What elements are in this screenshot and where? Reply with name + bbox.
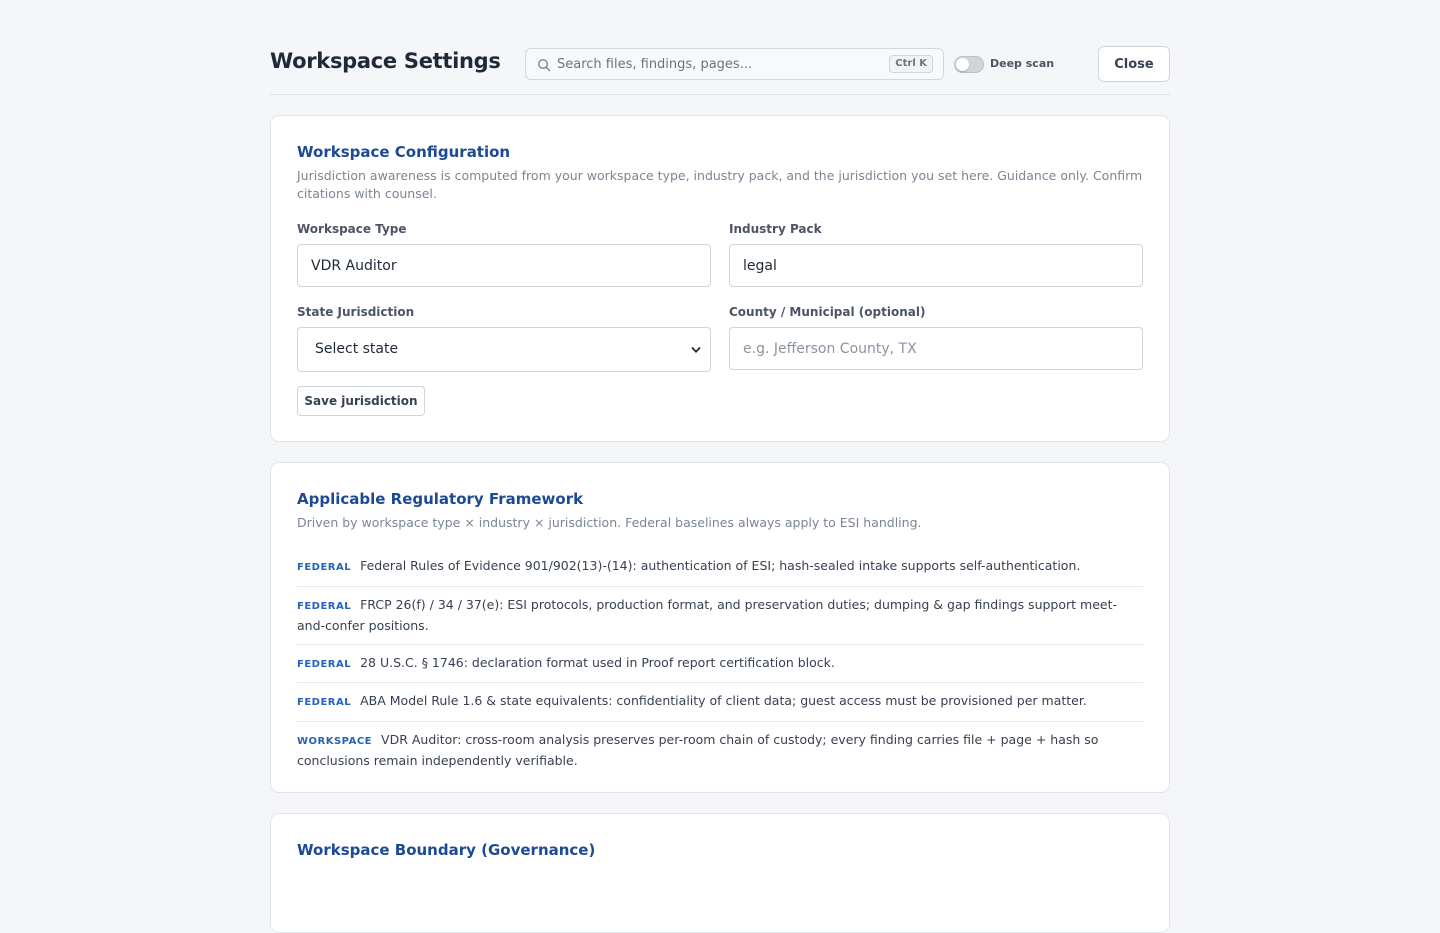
deep-scan-label: Deep scan <box>990 57 1055 70</box>
page-header: Workspace Settings Ctrl K Deep scan Clos… <box>270 0 1170 95</box>
deep-scan-toggle[interactable] <box>954 56 984 73</box>
industry-pack-field[interactable] <box>729 244 1143 287</box>
search-icon <box>537 58 551 72</box>
card-title: Workspace Boundary (Governance) <box>297 841 596 859</box>
regulation-text: FRCP 26(f) / 34 / 37(e): ESI protocols, … <box>297 596 1117 634</box>
list-item: FEDERAL 28 U.S.C. § 1746: declaration for… <box>297 645 1143 683</box>
card-title: Workspace Configuration <box>297 143 511 161</box>
settings-page: Workspace Settings Ctrl K Deep scan Clos… <box>270 0 1170 933</box>
regulation-text: Federal Rules of Evidence 901/902(13)-(1… <box>360 558 1081 573</box>
workspace-boundary-card: Workspace Boundary (Governance) <box>270 813 1170 933</box>
card-description: Jurisdiction awareness is computed from … <box>297 168 1143 201</box>
state-jurisdiction-select[interactable]: Select state <box>297 327 711 372</box>
search-input[interactable] <box>557 49 877 79</box>
list-item: WORKSPACE VDR Auditor: cross-room analysi… <box>297 722 1143 779</box>
list-item: FEDERAL Federal Rules of Evidence 901/902… <box>297 548 1143 587</box>
save-jurisdiction-button[interactable]: Save jurisdiction <box>297 386 425 416</box>
list-item: FEDERAL ABA Model Rule 1.6 & state equiva… <box>297 683 1143 722</box>
state-jurisdiction-label: State Jurisdiction <box>297 305 415 319</box>
regulation-text: 28 U.S.C. § 1746: declaration format use… <box>360 654 835 670</box>
search-shortcut-badge: Ctrl K <box>889 55 933 73</box>
search-box[interactable]: Ctrl K <box>525 48 944 80</box>
scope-tag: FEDERAL <box>297 697 352 708</box>
scope-tag: FEDERAL <box>297 658 352 670</box>
regulation-text: VDR Auditor: cross-room analysis preserv… <box>297 731 1099 769</box>
county-municipal-label: County / Municipal (optional) <box>729 305 926 319</box>
scope-tag: FEDERAL <box>297 562 352 573</box>
regulation-text: ABA Model Rule 1.6 & state equivalents: … <box>360 693 1087 708</box>
card-description: Driven by workspace type × industry × ju… <box>297 515 922 530</box>
county-municipal-field[interactable] <box>729 327 1143 370</box>
scope-tag: FEDERAL <box>297 600 352 612</box>
page-title: Workspace Settings <box>270 49 501 73</box>
regulation-list: FEDERAL Federal Rules of Evidence 901/902… <box>297 548 1143 779</box>
state-select-value: Select state <box>315 341 399 357</box>
scope-tag: WORKSPACE <box>297 735 373 747</box>
industry-pack-label: Industry Pack <box>729 222 822 236</box>
toggle-knob <box>956 58 969 71</box>
chevron-down-icon <box>691 347 701 353</box>
close-button[interactable]: Close <box>1098 46 1170 82</box>
regulatory-framework-card: Applicable Regulatory Framework Driven b… <box>270 462 1170 793</box>
workspace-type-label: Workspace Type <box>297 222 407 236</box>
workspace-type-field[interactable] <box>297 244 711 287</box>
card-title: Applicable Regulatory Framework <box>297 490 584 508</box>
workspace-configuration-card: Workspace Configuration Jurisdiction awa… <box>270 115 1170 442</box>
list-item: FEDERAL FRCP 26(f) / 34 / 37(e): ESI prot… <box>297 587 1143 645</box>
